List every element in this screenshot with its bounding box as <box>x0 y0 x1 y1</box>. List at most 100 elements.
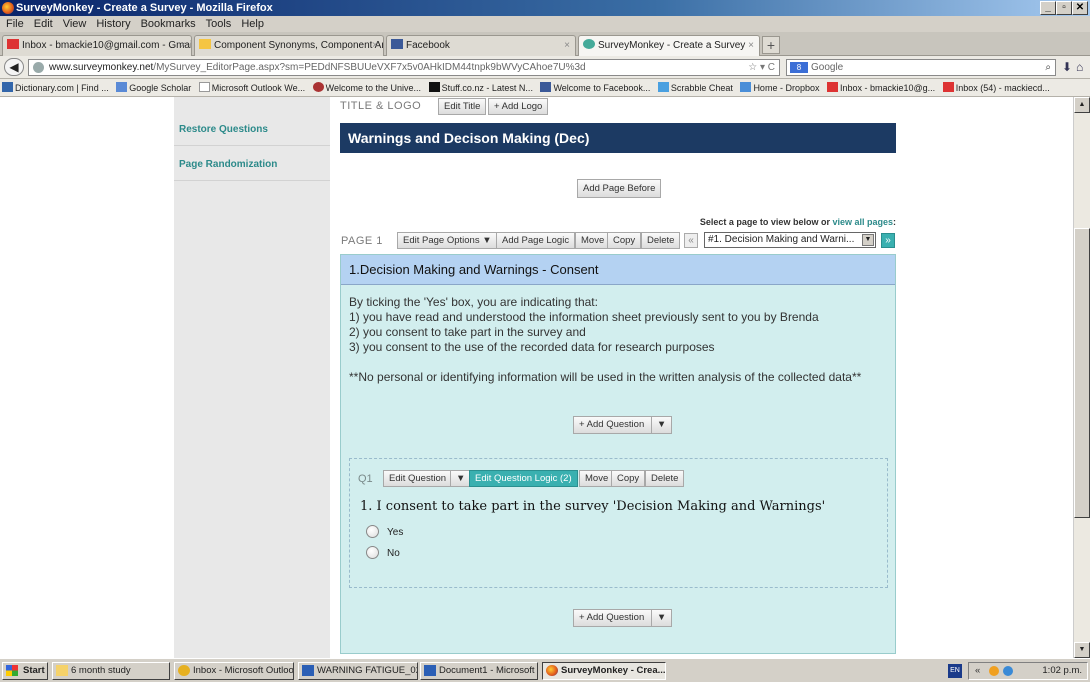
bookmark-item[interactable]: Home - Dropbox <box>740 79 819 96</box>
window-title-bar: SurveyMonkey - Create a Survey - Mozilla… <box>0 0 1090 16</box>
scroll-down-icon[interactable]: ▼ <box>1074 642 1090 658</box>
search-box[interactable]: 8 Google ⌕ <box>786 59 1056 76</box>
window-title: SurveyMonkey - Create a Survey - Mozilla… <box>16 2 273 14</box>
bookmark-item[interactable]: Welcome to the Unive... <box>312 79 421 96</box>
menu-edit[interactable]: Edit <box>34 18 53 30</box>
copy-page-button[interactable]: Copy <box>607 232 642 249</box>
tab-label: Facebook <box>406 40 450 51</box>
back-button[interactable]: ◀ <box>4 58 24 76</box>
download-icon[interactable]: ⬇ <box>1062 60 1072 74</box>
language-indicator[interactable]: EN <box>948 664 962 678</box>
delete-page-button[interactable]: Delete <box>641 232 681 249</box>
search-icon[interactable]: ⌕ <box>1045 60 1051 75</box>
taskbar-item-word-warning[interactable]: WARNING FATIGUE_02 -... <box>298 662 418 680</box>
bookmark-item[interactable]: Inbox (54) - mackiecd... <box>942 79 1050 96</box>
start-button[interactable]: Start <box>2 662 48 680</box>
close-window-button[interactable]: ✕ <box>1072 1 1088 15</box>
edit-question-logic-button[interactable]: Edit Question Logic (2) <box>469 470 578 487</box>
page-label: PAGE 1 <box>341 235 383 247</box>
close-tab-icon[interactable]: × <box>564 36 570 55</box>
sidebar-item-restore-questions[interactable]: Restore Questions <box>174 112 330 146</box>
taskbar-item-folder[interactable]: 6 month study <box>52 662 170 680</box>
title-logo-label: TITLE & LOGO <box>340 100 422 112</box>
firefox-icon <box>546 665 558 676</box>
search-engine-icon[interactable]: 8 <box>790 62 808 73</box>
add-logo-button[interactable]: + Add Logo <box>488 98 549 115</box>
vertical-scrollbar[interactable]: ▲ ▼ <box>1073 97 1090 658</box>
menu-view[interactable]: View <box>63 18 87 30</box>
sidebar-item-page-randomization[interactable]: Page Randomization <box>174 147 330 181</box>
add-page-before-button[interactable]: Add Page Before <box>577 179 662 198</box>
bookmark-item[interactable]: Welcome to Facebook... <box>540 79 650 96</box>
close-tab-icon[interactable]: × <box>180 36 186 55</box>
word-icon <box>302 665 314 676</box>
tab-facebook[interactable]: Facebook × <box>386 35 576 56</box>
view-all-pages-link[interactable]: view all pages <box>832 217 893 227</box>
tab-surveymonkey[interactable]: SurveyMonkey - Create a Survey × <box>578 35 760 57</box>
bookmark-item[interactable]: Inbox - bmackie10@g... <box>826 79 935 96</box>
url-bar[interactable]: www.surveymonkey.net/MySurvey_EditorPage… <box>28 59 780 76</box>
bookmark-item[interactable]: Google Scholar <box>116 79 191 96</box>
bookmark-item[interactable]: Scrabble Cheat <box>657 79 733 96</box>
clock[interactable]: 1:02 p.m. <box>1042 665 1082 676</box>
radio-no[interactable] <box>366 546 379 559</box>
edit-page-options-button[interactable]: Edit Page Options ▼ <box>397 232 498 249</box>
bookmark-item[interactable]: Microsoft Outlook We... <box>198 79 305 96</box>
home-icon[interactable]: ⌂ <box>1076 60 1083 74</box>
tab-gmail[interactable]: Inbox - bmackie10@gmail.com - Gmail × <box>2 35 192 56</box>
menu-bookmarks[interactable]: Bookmarks <box>141 18 196 30</box>
close-tab-icon[interactable]: × <box>748 36 754 55</box>
question-number: Q1 <box>358 473 373 485</box>
taskbar-item-firefox[interactable]: SurveyMonkey - Crea... <box>542 662 666 680</box>
page-select-hint: Select a page to view below or view all … <box>699 217 896 227</box>
page-header[interactable]: 1.Decision Making and Warnings - Consent <box>341 255 895 285</box>
delete-question-button[interactable]: Delete <box>645 470 685 487</box>
tray-expand-icon[interactable]: « <box>975 663 980 679</box>
move-page-button[interactable]: Move <box>575 232 611 249</box>
tab-label: SurveyMonkey - Create a Survey <box>598 40 746 51</box>
tab-thesaurus[interactable]: Component Synonyms, Component Anto...× <box>194 35 384 56</box>
system-tray: « 1:02 p.m. <box>968 662 1088 680</box>
chevron-down-icon[interactable]: ▼ <box>650 610 671 626</box>
menu-history[interactable]: History <box>96 18 130 30</box>
scroll-thumb[interactable] <box>1074 228 1090 518</box>
facebook-icon <box>391 39 403 49</box>
taskbar: Start 6 month study Inbox - Microsoft Ou… <box>0 658 1090 682</box>
add-page-logic-button[interactable]: Add Page Logic <box>496 232 576 249</box>
tray-security-icon[interactable] <box>1003 666 1013 676</box>
new-tab-button[interactable]: + <box>762 36 780 54</box>
edit-question-button[interactable]: Edit Question <box>383 470 453 487</box>
tab-label: Inbox - bmackie10@gmail.com - Gmail <box>22 40 192 51</box>
page-select[interactable]: #1. Decision Making and Warni... ▼ <box>704 232 876 248</box>
minimize-button[interactable]: _ <box>1040 1 1056 15</box>
thesaurus-icon <box>199 39 211 49</box>
close-tab-icon[interactable]: × <box>372 36 378 55</box>
bookmark-item[interactable]: Dictionary.com | Find ... <box>2 79 109 96</box>
menu-tools[interactable]: Tools <box>206 18 232 30</box>
add-question-button-top[interactable]: + Add Question ▼ <box>573 416 673 434</box>
reload-icon[interactable]: ☆ ▾ C <box>748 60 775 75</box>
radio-yes[interactable] <box>366 525 379 538</box>
survey-title[interactable]: Warnings and Decison Making (Dec) <box>340 123 896 153</box>
option-label-no: No <box>387 548 400 559</box>
copy-question-button[interactable]: Copy <box>611 470 646 487</box>
next-page-button[interactable]: » <box>881 233 895 248</box>
taskbar-item-outlook[interactable]: Inbox - Microsoft Outlook <box>174 662 294 680</box>
surveymonkey-icon <box>583 39 595 49</box>
tray-app-icon[interactable] <box>989 666 999 676</box>
gmail-icon <box>7 39 19 49</box>
previous-page-button[interactable]: « <box>684 233 698 248</box>
question-block: Q1 Edit Question ▼ Edit Question Logic (… <box>349 458 888 588</box>
menu-file[interactable]: File <box>6 18 24 30</box>
scroll-up-icon[interactable]: ▲ <box>1074 97 1090 113</box>
taskbar-item-word-document1[interactable]: Document1 - Microsoft ... <box>420 662 538 680</box>
menu-help[interactable]: Help <box>241 18 264 30</box>
bookmark-item[interactable]: Stuff.co.nz - Latest N... <box>428 79 533 96</box>
move-question-button[interactable]: Move <box>579 470 615 487</box>
question-text: 1. I consent to take part in the survey … <box>360 499 826 514</box>
restore-button[interactable]: ▫ <box>1056 1 1072 15</box>
edit-title-button[interactable]: Edit Title <box>438 98 487 115</box>
url-domain: www.surveymonkey.net <box>49 62 154 73</box>
chevron-down-icon[interactable]: ▼ <box>650 417 671 433</box>
add-question-button-bottom[interactable]: + Add Question ▼ <box>573 609 673 627</box>
